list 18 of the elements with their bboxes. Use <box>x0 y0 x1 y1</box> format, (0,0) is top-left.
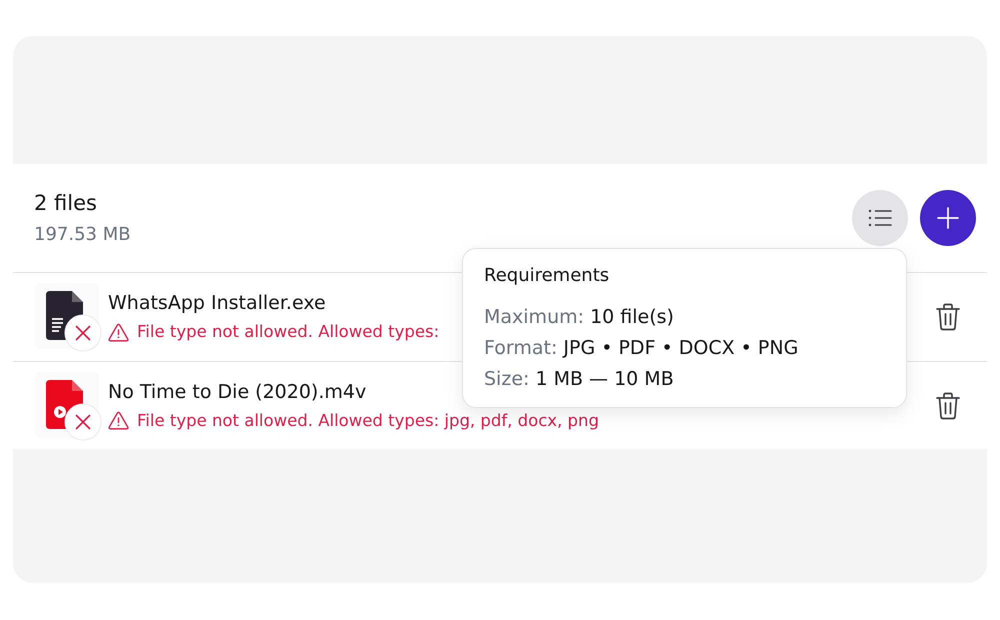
error-message: File type not allowed. Allowed types: <box>137 321 440 343</box>
error-message: File type not allowed. Allowed types: jpg, pdf, docx, png <box>137 410 599 432</box>
requirement-line: Format: JPG • PDF • DOCX • PNG <box>484 336 800 361</box>
delete-button[interactable] <box>935 303 961 331</box>
file-count: 2 files <box>34 190 97 216</box>
trash-icon <box>935 392 961 420</box>
file-name: WhatsApp Installer.exe <box>108 291 326 315</box>
file-name: No Time to Die (2020).m4v <box>108 380 366 404</box>
total-size: 197.53 MB <box>34 224 131 246</box>
requirement-line: Maximum: 10 file(s) <box>484 305 675 330</box>
delete-button[interactable] <box>935 392 961 420</box>
popover-title: Requirements <box>484 264 610 288</box>
warning-icon <box>108 411 129 430</box>
warning-icon <box>108 322 129 342</box>
trash-icon <box>935 303 961 331</box>
requirement-line: Size: 1 MB — 10 MB <box>484 367 675 392</box>
list-icon <box>868 208 892 228</box>
plus-icon <box>937 207 959 229</box>
